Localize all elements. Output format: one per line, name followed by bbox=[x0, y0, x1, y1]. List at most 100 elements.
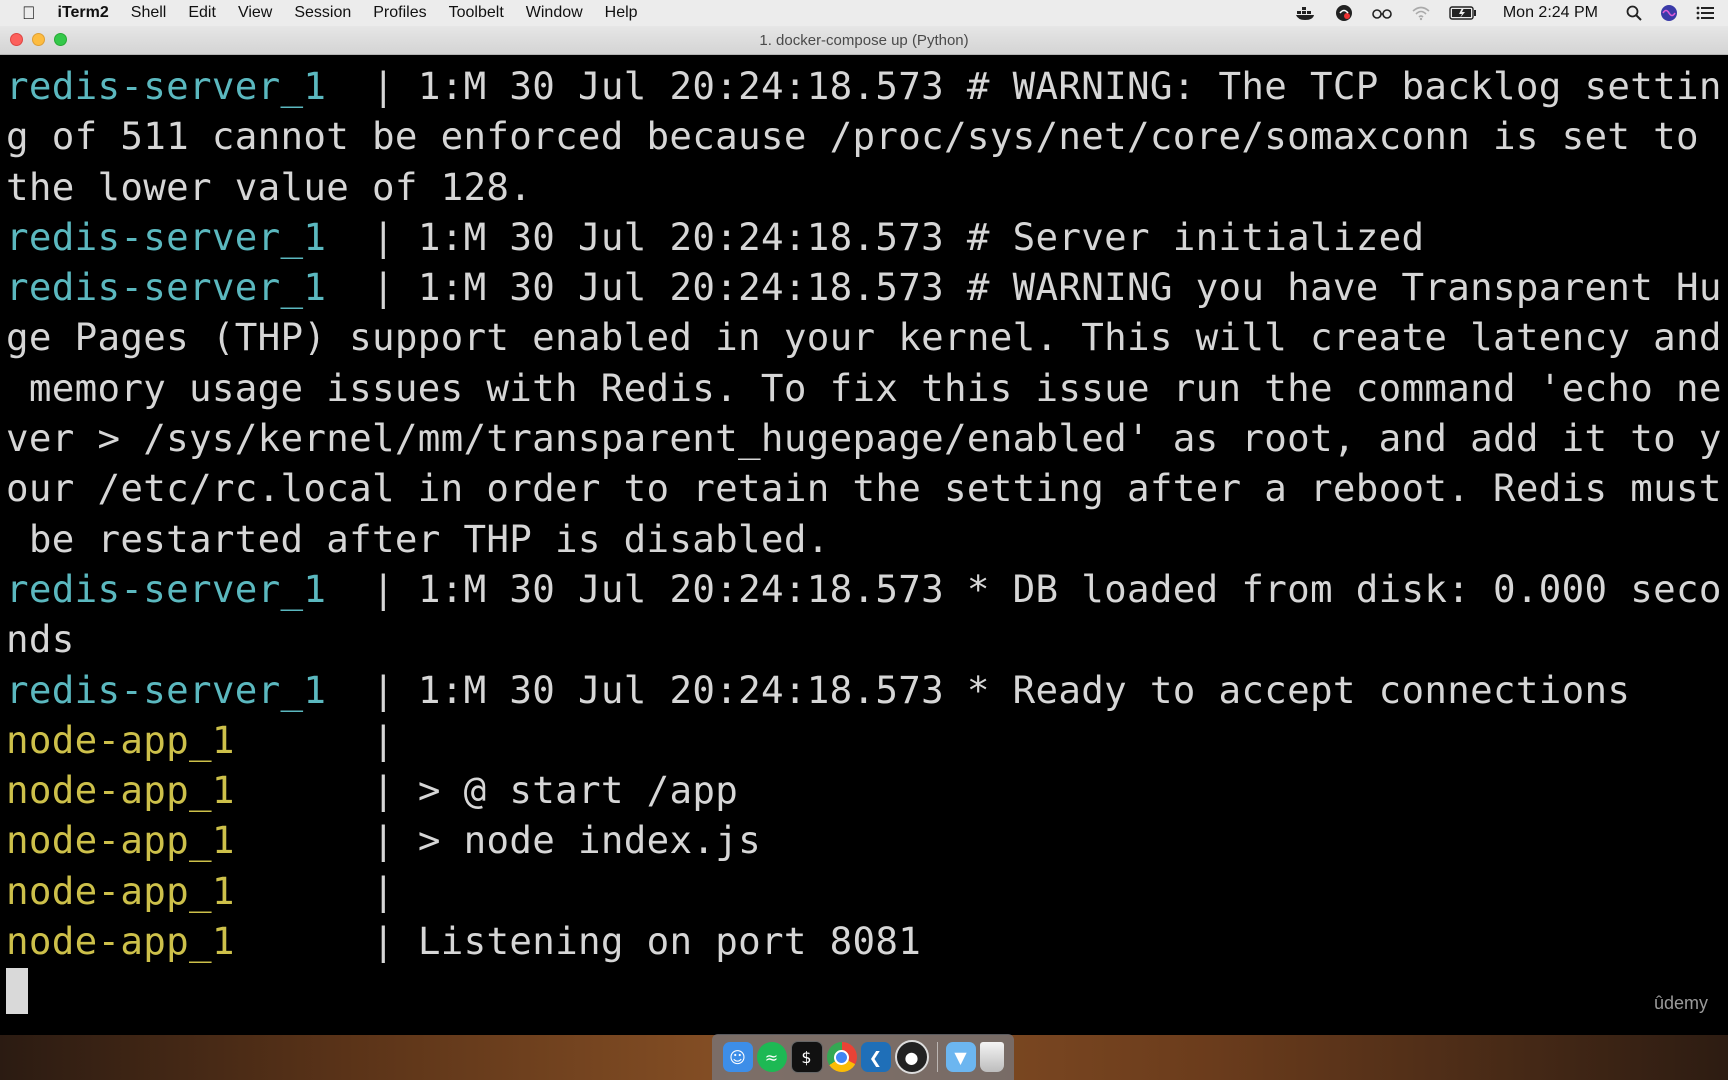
service-padding bbox=[326, 215, 372, 259]
menu-toolbelt[interactable]: Toolbelt bbox=[449, 4, 504, 22]
log-message: our /etc/rc.local in order to retain the… bbox=[6, 466, 1722, 511]
menu-view[interactable]: View bbox=[238, 4, 272, 22]
log-message: 1:M 30 Jul 20:24:18.573 * DB loaded from… bbox=[417, 566, 1722, 611]
terminal-line: be restarted after THP is disabled. bbox=[6, 514, 1728, 564]
window-controls bbox=[10, 33, 76, 46]
vscode-icon[interactable]: ❮ bbox=[860, 1042, 891, 1072]
minimize-window-button[interactable] bbox=[32, 33, 45, 46]
menu-bar-right: Mon 2:24 PM bbox=[1277, 4, 1714, 22]
terminal-line: redis-server_1 | 1:M 30 Jul 20:24:18.573… bbox=[6, 564, 1728, 614]
menu-bar:  iTerm2 Shell Edit View Session Profile… bbox=[0, 0, 1728, 26]
trash-icon[interactable] bbox=[979, 1042, 1004, 1072]
terminal-line: ge Pages (THP) support enabled in your k… bbox=[6, 312, 1728, 362]
siri-icon[interactable] bbox=[1660, 4, 1678, 22]
docker-icon[interactable] bbox=[1295, 5, 1317, 21]
menu-shell[interactable]: Shell bbox=[131, 4, 167, 22]
terminal-output: redis-server_1 | 1:M 30 Jul 20:24:18.573… bbox=[0, 55, 1728, 1017]
close-window-button[interactable] bbox=[10, 33, 23, 46]
log-separator: | bbox=[372, 919, 418, 964]
window-title: 1. docker-compose up (Python) bbox=[759, 31, 969, 49]
log-message: ge Pages (THP) support enabled in your k… bbox=[6, 315, 1722, 360]
log-separator: | bbox=[372, 768, 418, 813]
service-name: redis-server_1 bbox=[6, 214, 327, 259]
menu-help[interactable]: Help bbox=[605, 4, 638, 22]
obs-icon[interactable]: ● bbox=[894, 1040, 929, 1074]
log-message: ver > /sys/kernel/mm/transparent_hugepag… bbox=[6, 416, 1722, 461]
service-name: node-app_1 bbox=[6, 717, 235, 762]
service-name: redis-server_1 bbox=[6, 64, 327, 108]
service-name: node-app_1 bbox=[6, 818, 235, 863]
service-padding bbox=[326, 668, 372, 712]
service-padding bbox=[235, 919, 372, 963]
service-name: redis-server_1 bbox=[6, 566, 327, 611]
terminal-line: ver > /sys/kernel/mm/transparent_hugepag… bbox=[6, 413, 1728, 463]
log-message: 1:M 30 Jul 20:24:18.573 # Server initial… bbox=[417, 214, 1425, 259]
log-separator: | bbox=[372, 566, 418, 611]
zoom-window-button[interactable] bbox=[54, 33, 67, 46]
menu-app-name[interactable]: iTerm2 bbox=[58, 4, 109, 22]
terminal-line: redis-server_1 | 1:M 30 Jul 20:24:18.573… bbox=[6, 262, 1728, 312]
service-padding bbox=[235, 768, 372, 812]
terminal-line: memory usage issues with Redis. To fix t… bbox=[6, 363, 1728, 413]
apple-menu-icon[interactable]:  bbox=[22, 3, 36, 24]
terminal-pane[interactable]: redis-server_1 | 1:M 30 Jul 20:24:18.573… bbox=[0, 55, 1728, 1035]
terminal-line: node-app_1 | bbox=[6, 715, 1728, 765]
terminal-line: node-app_1 | > @ start /app bbox=[6, 765, 1728, 815]
service-padding bbox=[235, 818, 372, 862]
menu-window[interactable]: Window bbox=[526, 4, 583, 22]
service-name: node-app_1 bbox=[6, 768, 235, 813]
service-padding bbox=[326, 265, 372, 309]
terminal-line: our /etc/rc.local in order to retain the… bbox=[6, 463, 1728, 513]
spotify-icon[interactable]: ≈ bbox=[756, 1042, 787, 1072]
menu-profiles[interactable]: Profiles bbox=[373, 4, 426, 22]
chrome-icon[interactable] bbox=[826, 1042, 857, 1072]
service-name: redis-server_1 bbox=[6, 265, 327, 310]
service-name: node-app_1 bbox=[6, 868, 235, 913]
log-separator: | bbox=[372, 265, 418, 310]
text-cursor bbox=[6, 968, 28, 1015]
terminal-line: the lower value of 128. bbox=[6, 162, 1728, 212]
spotlight-search-icon[interactable] bbox=[1626, 5, 1642, 21]
terminal-line: node-app_1 | > node index.js bbox=[6, 815, 1728, 865]
window-title-bar[interactable]: 1. docker-compose up (Python) bbox=[0, 26, 1728, 55]
terminal-line: node-app_1 | bbox=[6, 866, 1728, 916]
log-message: nds bbox=[6, 617, 75, 662]
menu-bar-left:  iTerm2 Shell Edit View Session Profile… bbox=[22, 3, 660, 24]
terminal-line: g of 511 cannot be enforced because /pro… bbox=[6, 111, 1728, 161]
menu-edit[interactable]: Edit bbox=[188, 4, 216, 22]
dock-separator bbox=[936, 1042, 938, 1072]
log-separator: | bbox=[372, 667, 418, 712]
log-message: 1:M 30 Jul 20:24:18.573 # WARNING you ha… bbox=[417, 265, 1722, 310]
service-padding bbox=[326, 567, 372, 611]
log-message: 1:M 30 Jul 20:24:18.573 # WARNING: The T… bbox=[417, 64, 1722, 108]
dock: ☺ ≈ $ ❮ ● ▼ bbox=[712, 1034, 1014, 1080]
log-separator: | bbox=[372, 818, 418, 863]
finder-icon[interactable]: ☺ bbox=[722, 1042, 753, 1072]
battery-icon[interactable] bbox=[1449, 6, 1477, 20]
service-name: node-app_1 bbox=[6, 919, 235, 964]
log-message: memory usage issues with Redis. To fix t… bbox=[6, 365, 1722, 410]
service-padding bbox=[235, 869, 372, 913]
log-separator: | bbox=[372, 214, 418, 259]
menu-session[interactable]: Session bbox=[294, 4, 351, 22]
terminal-icon[interactable]: $ bbox=[790, 1041, 823, 1073]
terminal-line: redis-server_1 | 1:M 30 Jul 20:24:18.573… bbox=[6, 61, 1728, 111]
notification-center-icon[interactable] bbox=[1696, 6, 1714, 20]
glasses-icon[interactable] bbox=[1371, 6, 1393, 20]
log-message: > node index.js bbox=[417, 818, 761, 863]
log-message: > @ start /app bbox=[417, 768, 739, 813]
log-separator: | bbox=[372, 64, 418, 108]
prompt-line bbox=[6, 966, 1728, 1016]
wifi-icon[interactable] bbox=[1411, 6, 1431, 21]
log-message: g of 511 cannot be enforced because /pro… bbox=[6, 114, 1699, 159]
log-message: Listening on port 8081 bbox=[417, 919, 922, 964]
service-padding bbox=[326, 64, 372, 108]
menu-clock[interactable]: Mon 2:24 PM bbox=[1503, 4, 1598, 22]
log-message: the lower value of 128. bbox=[6, 164, 533, 209]
log-separator: | bbox=[372, 868, 395, 913]
log-message: 1:M 30 Jul 20:24:18.573 * Ready to accep… bbox=[417, 667, 1631, 712]
terminal-line: nds bbox=[6, 614, 1728, 664]
terminal-line: node-app_1 | Listening on port 8081 bbox=[6, 916, 1728, 966]
folder-icon[interactable]: ▼ bbox=[945, 1042, 976, 1072]
creative-cloud-icon[interactable] bbox=[1335, 4, 1353, 22]
